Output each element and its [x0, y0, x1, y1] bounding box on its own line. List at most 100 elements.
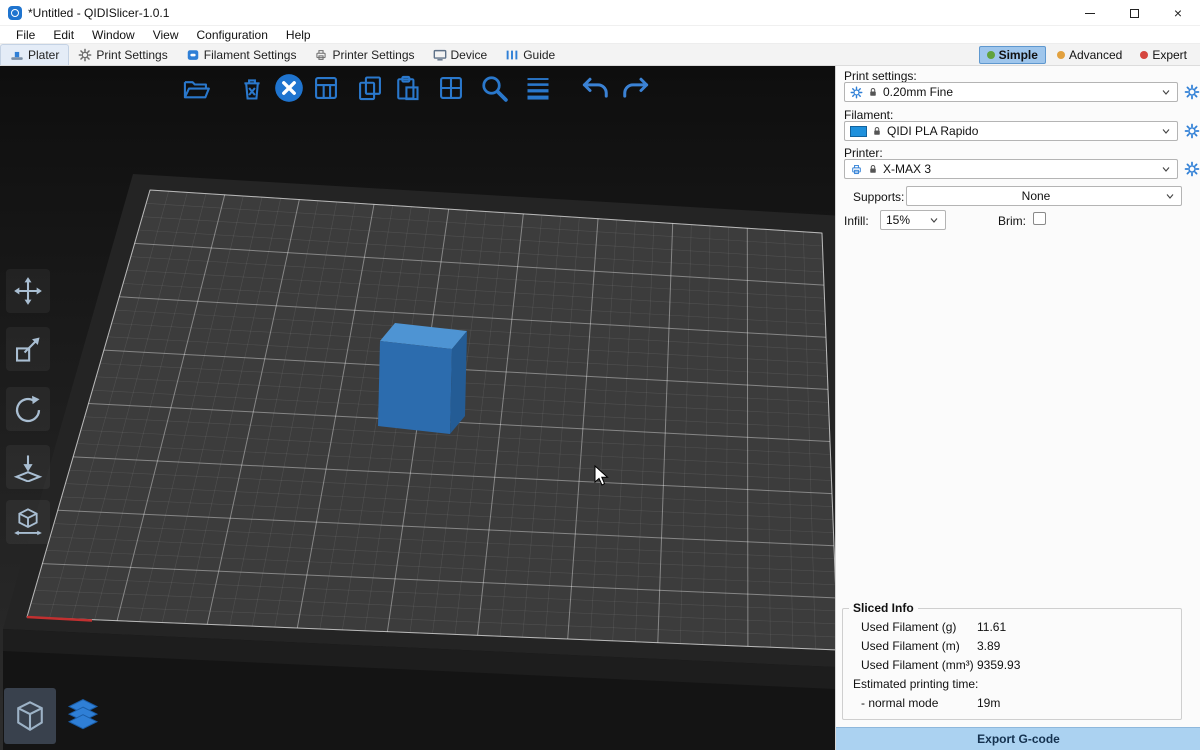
- print-settings-gear-button[interactable]: [1183, 83, 1200, 100]
- tab-guide-label: Guide: [523, 48, 555, 62]
- search-icon: [479, 73, 509, 103]
- right-sidebar: Print settings: 0.20mm Fine Filament: QI…: [835, 66, 1200, 750]
- used-filament-mm3-value: 9359.93: [977, 656, 1020, 675]
- guide-icon: [505, 48, 519, 62]
- tab-filament-settings[interactable]: Filament Settings: [177, 44, 306, 65]
- model-cube[interactable]: [378, 323, 467, 434]
- delete-button[interactable]: [234, 70, 270, 106]
- tab-plater-label: Plater: [28, 48, 59, 62]
- mode-advanced[interactable]: Advanced: [1050, 47, 1129, 63]
- tab-plater[interactable]: Plater: [0, 44, 69, 65]
- menu-configuration[interactable]: Configuration: [189, 28, 276, 42]
- split-icon: [437, 74, 465, 102]
- copy-button[interactable]: [352, 70, 388, 106]
- mode-expert[interactable]: Expert: [1133, 47, 1194, 63]
- viewport-3d[interactable]: [0, 66, 835, 750]
- printer-mini-icon: [850, 163, 863, 176]
- tab-print-settings[interactable]: Print Settings: [69, 44, 176, 65]
- close-button[interactable]: ×: [1156, 0, 1200, 26]
- printer-gear-button[interactable]: [1183, 160, 1200, 177]
- supports-value: None: [1022, 189, 1051, 203]
- sliced-info-row: Used Filament (m) 3.89: [843, 637, 1181, 656]
- place-on-face-tool-button[interactable]: [6, 445, 50, 489]
- sliced-info-row: Estimated printing time:: [843, 675, 1181, 694]
- scale-tool-button[interactable]: [6, 327, 50, 371]
- device-icon: [433, 48, 447, 62]
- move-icon: [13, 276, 43, 306]
- sliced-info-row: Used Filament (g) 11.61: [843, 618, 1181, 637]
- paste-button[interactable]: [389, 70, 425, 106]
- used-filament-m-label: Used Filament (m): [861, 637, 977, 656]
- supports-combo[interactable]: None: [906, 186, 1182, 206]
- place-on-face-icon: [13, 452, 43, 482]
- print-settings-combo[interactable]: 0.20mm Fine: [844, 82, 1178, 102]
- viewport-canvas[interactable]: [0, 66, 835, 750]
- tab-guide[interactable]: Guide: [496, 44, 564, 65]
- cut-tool-button[interactable]: [6, 500, 50, 544]
- gear-icon: [1184, 84, 1200, 100]
- variable-layer-height-button[interactable]: [520, 70, 556, 106]
- estimated-time-header: Estimated printing time:: [853, 675, 978, 694]
- delete-all-button[interactable]: [271, 70, 307, 106]
- gear-icon: [1184, 161, 1200, 177]
- normal-mode-label: - normal mode: [861, 694, 977, 713]
- tab-print-settings-label: Print Settings: [96, 48, 167, 62]
- filament-gear-button[interactable]: [1183, 122, 1200, 139]
- undo-button[interactable]: [577, 70, 613, 106]
- sliced-info-title: Sliced Info: [849, 601, 918, 615]
- printer-combo[interactable]: X-MAX 3: [844, 159, 1178, 179]
- infill-combo[interactable]: 15%: [880, 210, 946, 230]
- minimize-icon: [1085, 13, 1095, 14]
- chevron-down-icon: [1160, 86, 1172, 98]
- sliced-info-row: Used Filament (mm³) 9359.93: [843, 656, 1181, 675]
- filament-combo[interactable]: QIDI PLA Rapido: [844, 121, 1178, 141]
- menu-window[interactable]: Window: [84, 28, 143, 42]
- print-settings-icon: [78, 48, 92, 62]
- menu-bar: File Edit Window View Configuration Help: [0, 26, 1200, 44]
- scale-icon: [13, 334, 43, 364]
- filament-label: Filament:: [844, 108, 893, 122]
- print-settings-value: 0.20mm Fine: [883, 85, 953, 99]
- mode-advanced-label: Advanced: [1069, 48, 1122, 62]
- maximize-button[interactable]: [1112, 0, 1156, 26]
- rotate-tool-button[interactable]: [6, 387, 50, 431]
- app-logo-icon: [8, 6, 22, 20]
- mode-expert-label: Expert: [1152, 48, 1187, 62]
- tab-printer-settings[interactable]: Printer Settings: [305, 44, 423, 65]
- export-gcode-button[interactable]: Export G-code: [836, 727, 1200, 750]
- maximize-icon: [1130, 9, 1139, 18]
- sliced-info-panel: Sliced Info Used Filament (g) 11.61 Used…: [842, 601, 1182, 720]
- mode-simple-label: Simple: [999, 48, 1038, 62]
- arrange-button[interactable]: [308, 70, 344, 106]
- profile-gear-icon: [850, 86, 863, 99]
- menu-file[interactable]: File: [8, 28, 43, 42]
- menu-help[interactable]: Help: [278, 28, 319, 42]
- open-file-button[interactable]: [178, 70, 214, 106]
- window-title: *Untitled - QIDISlicer-1.0.1: [28, 6, 169, 20]
- gear-icon: [1184, 123, 1200, 139]
- layers-icon: [524, 74, 552, 102]
- chevron-down-icon: [1160, 163, 1172, 175]
- sliced-info-row: - normal mode 19m: [843, 694, 1181, 713]
- mode-simple[interactable]: Simple: [979, 46, 1046, 64]
- move-tool-button[interactable]: [6, 269, 50, 313]
- editor-view-button[interactable]: [4, 688, 56, 744]
- chevron-down-icon: [1164, 190, 1176, 202]
- tab-filament-settings-label: Filament Settings: [204, 48, 297, 62]
- preview-view-button[interactable]: [57, 688, 109, 744]
- brim-checkbox[interactable]: [1033, 212, 1046, 225]
- minimize-button[interactable]: [1068, 0, 1112, 26]
- arrange-icon: [312, 74, 340, 102]
- folder-open-icon: [182, 74, 210, 102]
- menu-edit[interactable]: Edit: [45, 28, 82, 42]
- tab-printer-settings-label: Printer Settings: [332, 48, 414, 62]
- used-filament-g-value: 11.61: [977, 618, 1006, 637]
- editor-cube-icon: [13, 699, 47, 733]
- search-button[interactable]: [476, 70, 512, 106]
- menu-view[interactable]: View: [145, 28, 187, 42]
- split-button[interactable]: [433, 70, 469, 106]
- chevron-down-icon: [1160, 125, 1172, 137]
- title-bar[interactable]: *Untitled - QIDISlicer-1.0.1 ×: [0, 0, 1200, 26]
- redo-button[interactable]: [618, 70, 654, 106]
- tab-device[interactable]: Device: [424, 44, 497, 65]
